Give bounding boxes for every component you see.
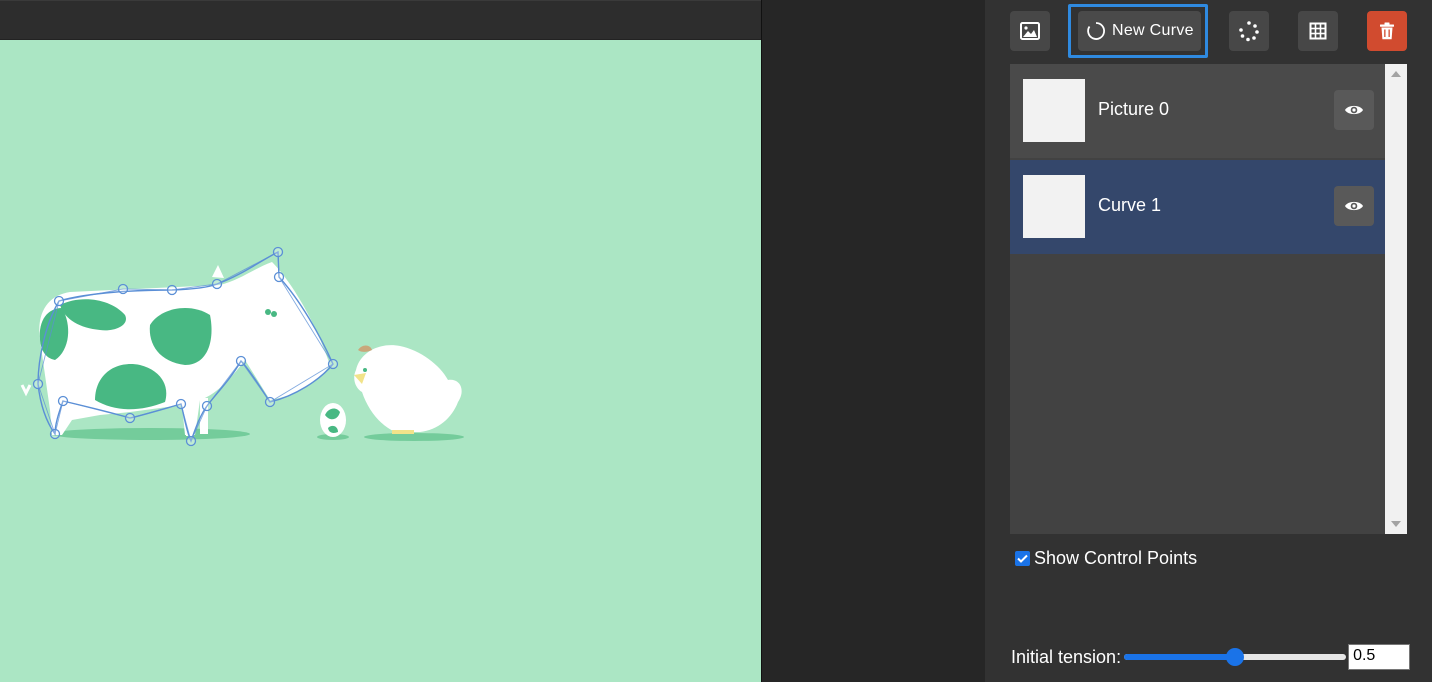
layers-scrollbar[interactable] bbox=[1385, 64, 1407, 534]
control-point bbox=[117, 283, 129, 295]
toggle-visibility-button[interactable] bbox=[1334, 90, 1374, 130]
show-control-points-label: Show Control Points bbox=[1034, 548, 1198, 568]
image-icon bbox=[1020, 22, 1040, 40]
control-point bbox=[185, 435, 197, 447]
control-point bbox=[49, 428, 61, 440]
egg-illustration bbox=[320, 403, 346, 437]
control-point bbox=[211, 278, 223, 290]
control-point bbox=[273, 271, 285, 283]
canvas-border bbox=[761, 0, 762, 682]
eye-icon bbox=[1345, 105, 1363, 115]
circle-spinner-icon bbox=[1087, 22, 1105, 40]
scroll-down-arrow-icon[interactable] bbox=[1391, 521, 1401, 527]
layer-item-picture-0[interactable]: Picture 0 bbox=[1010, 64, 1385, 158]
points-mode-button[interactable] bbox=[1229, 11, 1269, 51]
control-point bbox=[175, 398, 187, 410]
layer-thumbnail bbox=[1023, 175, 1085, 238]
control-point bbox=[264, 396, 276, 408]
scroll-up-arrow-icon[interactable] bbox=[1391, 71, 1401, 77]
initial-tension-slider[interactable] bbox=[1124, 645, 1347, 669]
initial-tension-label: Initial tension: bbox=[1011, 646, 1122, 667]
grid-icon bbox=[1309, 22, 1327, 40]
control-point bbox=[201, 400, 213, 412]
eye-icon bbox=[1345, 201, 1363, 211]
layers-list[interactable]: Picture 0 Curve 1 bbox=[1010, 64, 1407, 534]
slider-fill bbox=[1124, 654, 1236, 660]
trash-icon bbox=[1380, 22, 1394, 40]
canvas-top-bar bbox=[0, 0, 761, 39]
initial-tension-input[interactable]: 0.5 bbox=[1348, 644, 1411, 670]
chicken-shadow bbox=[364, 433, 464, 441]
grid-button[interactable] bbox=[1298, 11, 1338, 51]
slider-thumb[interactable] bbox=[1226, 648, 1245, 666]
show-control-points-option[interactable]: Show Control Points bbox=[1015, 548, 1197, 569]
control-point bbox=[32, 378, 44, 390]
checkmark-icon bbox=[1017, 554, 1028, 563]
control-point bbox=[272, 246, 284, 258]
chicken-illustration bbox=[354, 345, 462, 434]
layer-name: Curve 1 bbox=[1098, 195, 1162, 215]
layer-thumbnail bbox=[1023, 79, 1085, 142]
control-point bbox=[53, 295, 65, 307]
initial-tension-row: Initial tension: 0.5 bbox=[1011, 644, 1411, 670]
new-curve-button[interactable]: New Curve bbox=[1078, 11, 1201, 51]
control-point bbox=[166, 284, 178, 296]
control-point bbox=[57, 395, 69, 407]
dotted-circle-icon bbox=[1239, 21, 1259, 42]
new-curve-label: New Curve bbox=[1112, 22, 1194, 39]
drawing-canvas[interactable] bbox=[0, 39, 761, 682]
delete-button[interactable] bbox=[1367, 11, 1407, 51]
add-image-button[interactable] bbox=[1010, 11, 1050, 51]
layer-item-curve-1[interactable]: Curve 1 bbox=[1010, 160, 1385, 254]
control-point bbox=[327, 358, 339, 370]
control-point bbox=[235, 355, 247, 367]
canvas-artwork bbox=[20, 246, 464, 447]
show-control-points-checkbox[interactable] bbox=[1015, 551, 1030, 566]
layer-name: Picture 0 bbox=[1098, 99, 1170, 119]
control-point bbox=[124, 412, 136, 424]
cow-shadow bbox=[50, 428, 250, 440]
toggle-visibility-button[interactable] bbox=[1334, 186, 1374, 226]
